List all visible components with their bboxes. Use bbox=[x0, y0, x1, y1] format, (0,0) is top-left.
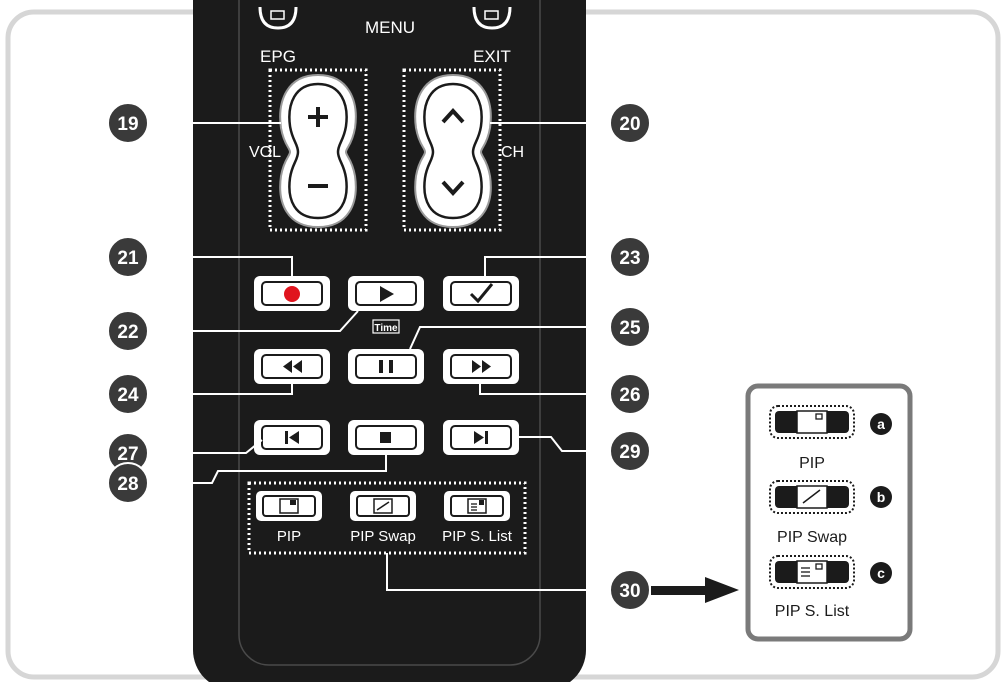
pip-list-button[interactable] bbox=[444, 491, 510, 521]
pip-button[interactable] bbox=[256, 491, 322, 521]
play-button[interactable] bbox=[348, 276, 424, 311]
callout-29-label: 29 bbox=[619, 442, 640, 463]
inset-pip-button bbox=[769, 405, 855, 439]
volume-rocker[interactable] bbox=[279, 73, 357, 229]
time-label: Time bbox=[374, 323, 398, 334]
inset-letter-c: c bbox=[877, 565, 885, 581]
callout-23-label: 23 bbox=[619, 248, 640, 269]
inset-label-pip-swap: PIP Swap bbox=[777, 529, 847, 546]
record-button[interactable] bbox=[254, 276, 330, 311]
exit-label: EXIT bbox=[473, 47, 511, 66]
pip-swap-label: PIP Swap bbox=[350, 528, 416, 545]
callout-27-label: 27 bbox=[117, 444, 138, 465]
pip-label: PIP bbox=[277, 528, 301, 545]
fast-forward-button[interactable] bbox=[443, 349, 519, 384]
check-button[interactable] bbox=[443, 276, 519, 311]
epg-label: EPG bbox=[260, 47, 296, 66]
callout-22-label: 22 bbox=[117, 322, 138, 343]
callout-28-label: 28 bbox=[117, 474, 138, 495]
callout-26-label: 26 bbox=[619, 385, 640, 406]
callout-19-label: 19 bbox=[117, 114, 138, 135]
callout-19: 19 bbox=[107, 102, 149, 144]
callout-20-label: 20 bbox=[619, 114, 640, 135]
pip-swap-button[interactable] bbox=[350, 491, 416, 521]
callout-21-label: 21 bbox=[117, 248, 139, 269]
callout-25: 25 bbox=[609, 306, 651, 348]
inset-badge-c: c bbox=[870, 562, 892, 584]
next-button[interactable] bbox=[443, 420, 519, 455]
callout-21: 21 bbox=[107, 236, 149, 278]
previous-button[interactable] bbox=[254, 420, 330, 455]
inset-letter-a: a bbox=[877, 416, 885, 432]
pause-button[interactable] bbox=[348, 349, 424, 384]
callout-24-label: 24 bbox=[117, 385, 139, 406]
vol-label: VOL bbox=[249, 144, 281, 161]
inset-pip-list-button bbox=[769, 555, 855, 589]
pip-list-label: PIP S. List bbox=[442, 528, 513, 545]
menu-label: MENU bbox=[365, 18, 415, 37]
record-dot-icon bbox=[284, 286, 300, 302]
channel-rocker[interactable] bbox=[414, 73, 492, 229]
stop-button[interactable] bbox=[348, 420, 424, 455]
callout-28: 28 bbox=[107, 462, 149, 504]
diagram-stage: EPG MENU EXIT VOL CH Time PIP PIP Swap P… bbox=[0, 0, 1004, 687]
remote-body bbox=[193, 0, 586, 687]
callout-22: 22 bbox=[107, 310, 149, 352]
callout-29: 29 bbox=[609, 430, 651, 472]
inset-pip-swap-button bbox=[769, 480, 855, 514]
inset-badge-a: a bbox=[870, 413, 892, 435]
remote-diagram: EPG MENU EXIT VOL CH Time PIP PIP Swap P… bbox=[5, 0, 1001, 687]
inset-letter-b: b bbox=[877, 489, 886, 505]
stop-icon bbox=[380, 432, 391, 443]
callout-30-label: 30 bbox=[619, 581, 640, 602]
rewind-button[interactable] bbox=[254, 349, 330, 384]
callout-20: 20 bbox=[609, 102, 651, 144]
ch-label: CH bbox=[501, 144, 524, 161]
callout-23: 23 bbox=[609, 236, 651, 278]
callout-25-label: 25 bbox=[619, 318, 641, 339]
callout-24: 24 bbox=[107, 373, 149, 415]
callout-30: 30 bbox=[609, 569, 651, 611]
inset-label-pip-list: PIP S. List bbox=[775, 603, 850, 620]
callout-26: 26 bbox=[609, 373, 651, 415]
inset-badge-b: b bbox=[870, 486, 892, 508]
inset-label-pip: PIP bbox=[799, 455, 825, 472]
